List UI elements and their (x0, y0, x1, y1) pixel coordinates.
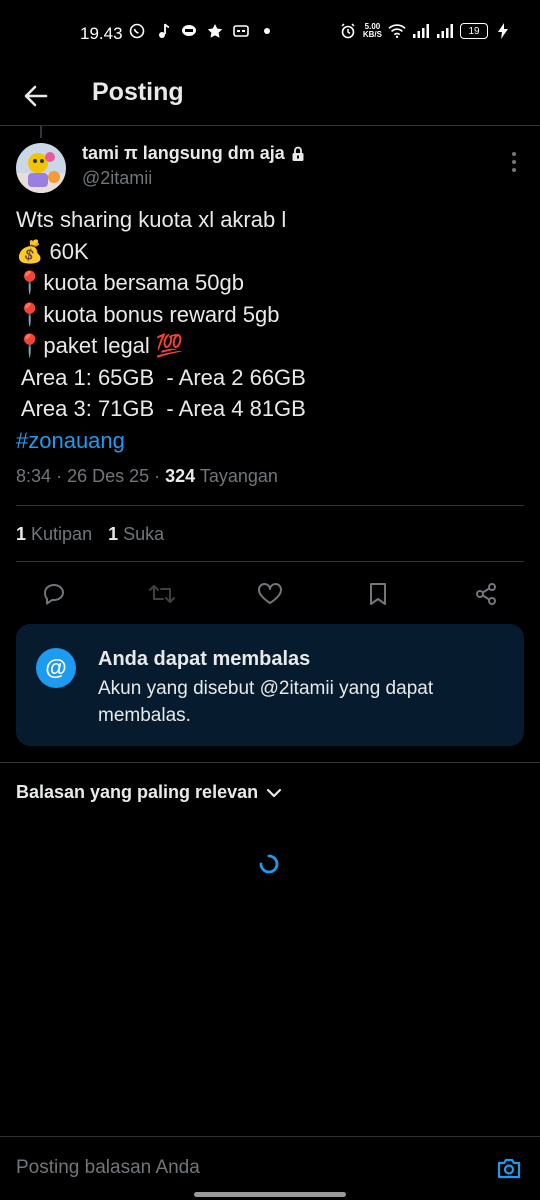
reply-button[interactable] (40, 580, 68, 608)
tweet-line: Area 1: 65GB - Area 2 66GB (16, 364, 306, 390)
back-button[interactable] (18, 78, 54, 114)
quotes-label: Kutipan (31, 524, 93, 544)
thread-connector-line (40, 126, 42, 138)
lock-icon (291, 146, 305, 162)
heart-icon (258, 583, 282, 604)
music-note-icon (154, 22, 172, 40)
more-options-button[interactable] (506, 150, 522, 174)
hashtag-link[interactable]: #zonauang (16, 425, 524, 457)
signal-icon-1 (412, 22, 430, 40)
more-dot-icon (512, 160, 516, 164)
quotes-stat[interactable]: 1 Kutipan (16, 524, 92, 545)
section-divider (0, 762, 540, 763)
tweet-line: 📍paket legal 💯 (16, 333, 184, 358)
tweet-line: 📍kuota bonus reward 5gb (16, 301, 280, 327)
chevron-down-icon (267, 788, 282, 797)
tweet-text: Wts sharing kuota xl akrab l 💰 60K 📍kuot… (16, 204, 524, 456)
likes-label: Suka (123, 524, 165, 544)
share-icon (476, 583, 496, 605)
bookmark-button[interactable] (364, 580, 392, 608)
views-label: Tayangan (199, 466, 278, 486)
battery-indicator: 19 (460, 23, 488, 39)
signal-icon-2 (436, 22, 454, 40)
tweet-line: 📍kuota bersama 50gb (16, 270, 244, 295)
tweet-meta: 8:34 · 26 Des 25 · 324 Tayangan (16, 466, 278, 487)
divider (16, 561, 524, 562)
status-time: 19.43 (80, 24, 123, 43)
views-count: 324 (165, 466, 196, 486)
camera-icon (497, 1158, 521, 1179)
whatsapp-icon (128, 22, 146, 40)
tweet-line: Area 3: 71GB - Area 4 81GB (16, 396, 306, 421)
author-handle[interactable]: @2itamii (82, 168, 152, 189)
like-button[interactable] (256, 580, 284, 608)
reply-restriction-notice: @ Anda dapat membalas Akun yang disebut … (16, 624, 524, 746)
notification-icons (128, 22, 276, 40)
at-sign-icon: @ (36, 648, 76, 688)
likes-count: 1 (108, 524, 119, 544)
charging-icon (494, 22, 512, 40)
tweet-line: Wts sharing kuota xl akrab l (16, 207, 287, 232)
avatar[interactable] (16, 143, 66, 193)
wifi-icon (388, 22, 406, 40)
home-indicator[interactable] (194, 1192, 346, 1197)
line-app-icon (180, 22, 198, 40)
meta-separator: · (56, 466, 68, 486)
network-speed: 5.00 KB/S (363, 23, 382, 39)
reply-sort-dropdown[interactable]: Balasan yang paling relevan (16, 782, 282, 803)
top-app-bar: Posting (0, 68, 540, 126)
notice-text: Akun yang disebut @2itamii yang dapat me… (98, 678, 434, 726)
likes-stat[interactable]: 1 Suka (108, 524, 164, 545)
quotes-count: 1 (16, 524, 27, 544)
share-button[interactable] (472, 580, 500, 608)
card-icon (232, 22, 250, 40)
system-icons: 5.00 KB/S 19 (339, 22, 512, 40)
more-dot-icon (512, 168, 516, 172)
bookmark-icon (370, 583, 386, 605)
author-display-name[interactable]: tami π langsung dm aja (82, 143, 285, 164)
tweet-line: 💰 60K (16, 238, 89, 264)
network-speed-unit: KB/S (362, 30, 382, 39)
reply-input[interactable] (16, 1157, 456, 1179)
star-icon (206, 22, 224, 40)
repost-button[interactable] (148, 580, 176, 608)
tweet-time[interactable]: 8:34 (16, 466, 51, 486)
tweet-actions (16, 574, 524, 614)
tweet-stats: 1 Kutipan 1 Suka (16, 524, 164, 545)
notice-title: Anda dapat membalas (98, 648, 311, 670)
camera-button[interactable] (494, 1153, 524, 1183)
sort-label: Balasan yang paling relevan (16, 782, 259, 802)
meta-separator: · (154, 466, 166, 486)
repost-icon (149, 585, 175, 603)
dot-icon (258, 22, 276, 40)
page-title: Posting (92, 78, 184, 106)
arrow-left-icon (24, 85, 48, 107)
author-name[interactable]: tami π langsung dm aja (82, 143, 305, 164)
loading-spinner-icon (259, 854, 279, 874)
alarm-icon (339, 22, 357, 40)
status-bar: 19.43 5.00 KB/S 19 (0, 0, 540, 68)
divider (16, 505, 524, 506)
tweet-date[interactable]: 26 Des 25 (67, 466, 149, 486)
reply-icon (44, 584, 64, 605)
reply-composer-bar (0, 1136, 540, 1200)
more-dot-icon (512, 152, 516, 156)
